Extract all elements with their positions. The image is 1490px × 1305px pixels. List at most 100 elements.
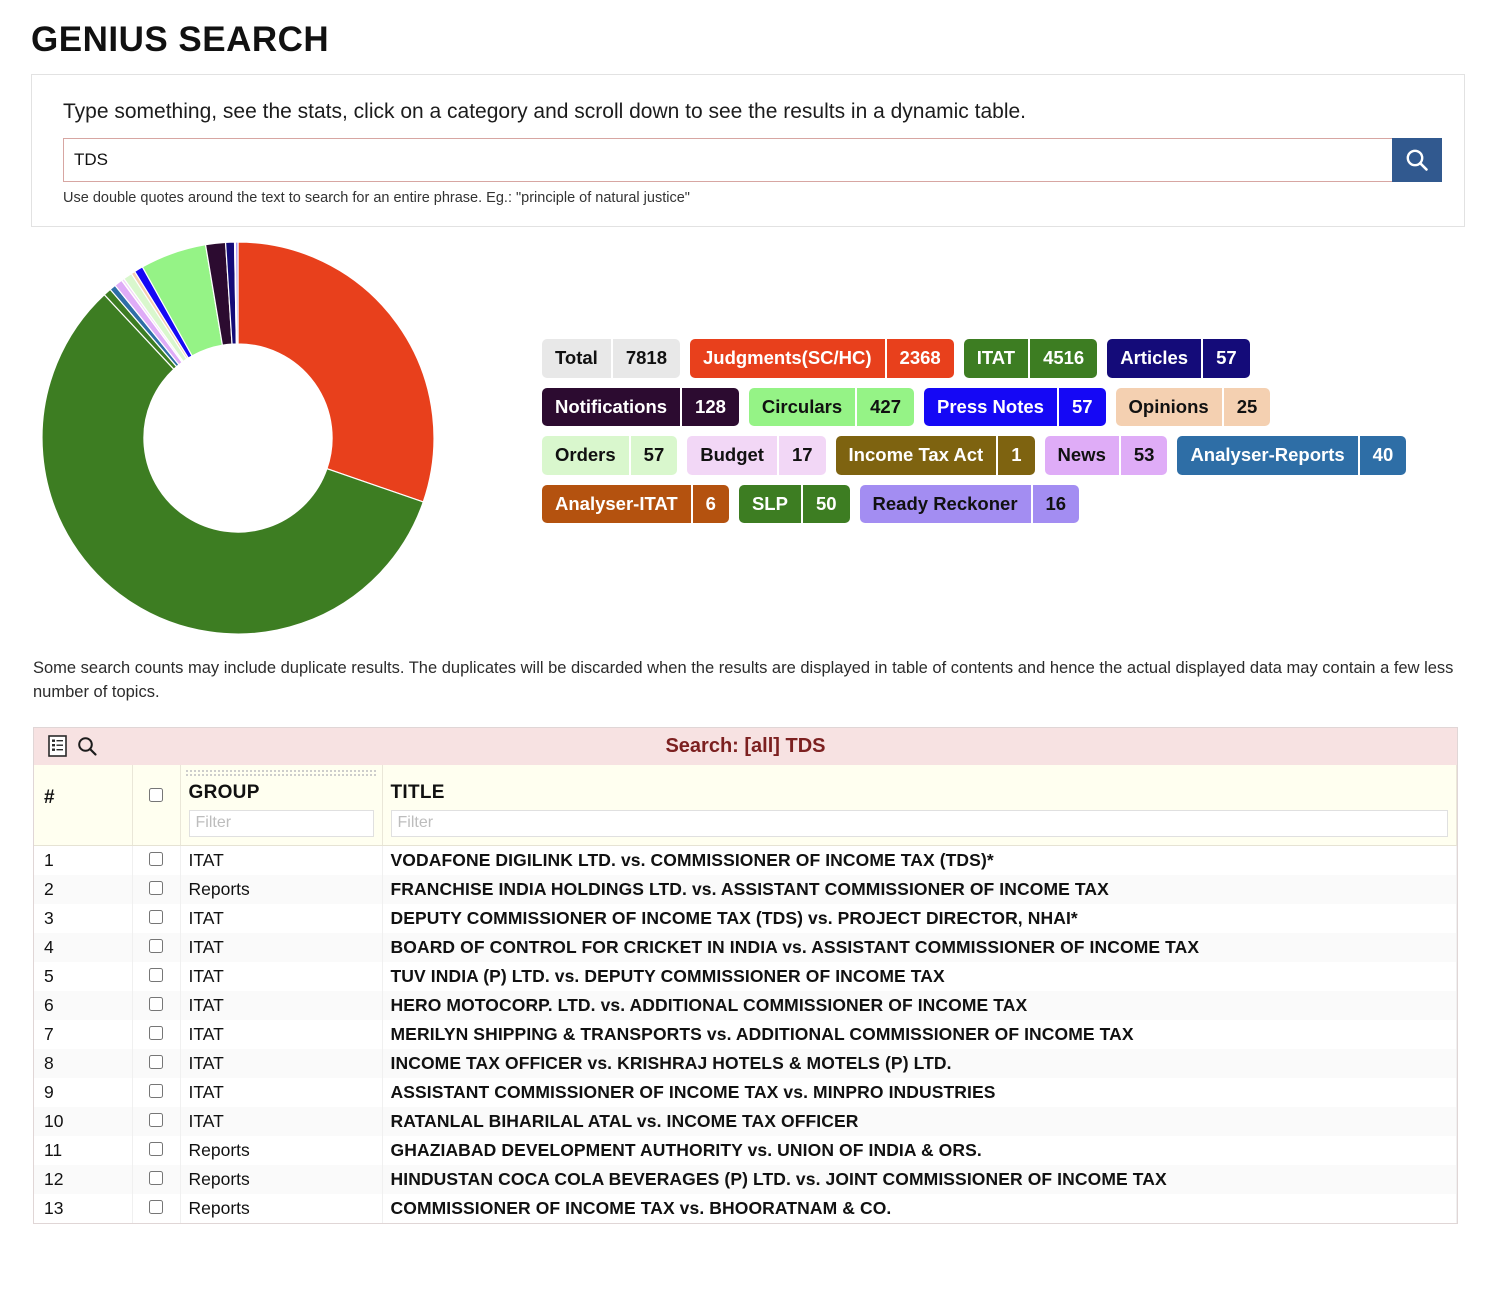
- row-select-checkbox[interactable]: [149, 909, 163, 924]
- category-badge-news[interactable]: News 53: [1044, 436, 1168, 475]
- row-select-checkbox[interactable]: [149, 996, 163, 1011]
- row-select-checkbox[interactable]: [149, 1199, 163, 1214]
- row-select-checkbox[interactable]: [149, 1141, 163, 1156]
- badge-count: 57: [1201, 339, 1250, 378]
- table-row[interactable]: 5 ITAT TUV INDIA (P) LTD. vs. DEPUTY COMMI…: [34, 961, 1457, 991]
- table-row[interactable]: 10 ITAT RATANLAL BIHARILAL ATAL vs. INCOME…: [34, 1106, 1457, 1136]
- row-group: ITAT: [180, 1077, 383, 1107]
- category-badge-notifications[interactable]: Notifications 128: [542, 387, 739, 426]
- column-header-title-label[interactable]: TITLE: [391, 782, 1449, 804]
- table-row[interactable]: 1 ITAT VODAFONE DIGILINK LTD. vs. COMMISSI…: [34, 845, 1457, 875]
- row-title[interactable]: BOARD OF CONTROL FOR CRICKET IN INDIA vs…: [382, 932, 1457, 962]
- badge-count: 427: [855, 387, 914, 426]
- category-badge-budget[interactable]: Budget 17: [687, 436, 826, 475]
- column-drag-handle-group[interactable]: [184, 768, 378, 778]
- row-select-checkbox[interactable]: [149, 1112, 163, 1127]
- table-row[interactable]: 3 ITAT DEPUTY COMMISSIONER OF INCOME TAX (…: [34, 903, 1457, 933]
- row-number: 4: [34, 932, 133, 962]
- row-title[interactable]: HINDUSTAN COCA COLA BEVERAGES (P) LTD. v…: [382, 1164, 1457, 1194]
- row-title[interactable]: INCOME TAX OFFICER vs. KRISHRAJ HOTELS &…: [382, 1048, 1457, 1078]
- badge-count: 4516: [1028, 339, 1098, 378]
- row-number: 7: [34, 1019, 133, 1049]
- row-title[interactable]: DEPUTY COMMISSIONER OF INCOME TAX (TDS) …: [382, 903, 1457, 933]
- table-row[interactable]: 7 ITAT MERILYN SHIPPING & TRANSPORTS vs. A…: [34, 1019, 1457, 1049]
- row-number: 5: [34, 961, 133, 991]
- row-number: 6: [34, 990, 133, 1020]
- column-header-num[interactable]: #: [34, 764, 133, 846]
- filter-input-group[interactable]: [188, 809, 374, 837]
- row-select-checkbox[interactable]: [149, 1170, 163, 1185]
- row-select-checkbox[interactable]: [149, 1025, 163, 1040]
- column-header-group: GROUP: [180, 764, 383, 846]
- badge-label: ITAT: [963, 339, 1029, 378]
- category-badge-ready-reckoner[interactable]: Ready Reckoner 16: [859, 484, 1080, 523]
- row-select-cell: [132, 903, 181, 933]
- table-row[interactable]: 12 Reports HINDUSTAN COCA COLA BEVERAGES (…: [34, 1164, 1457, 1194]
- row-title[interactable]: GHAZIABAD DEVELOPMENT AUTHORITY vs. UNIO…: [382, 1135, 1457, 1165]
- column-header-group-label[interactable]: GROUP: [189, 782, 374, 804]
- row-title[interactable]: VODAFONE DIGILINK LTD. vs. COMMISSIONER …: [382, 845, 1457, 875]
- category-badge-itat[interactable]: ITAT 4516: [963, 339, 1098, 378]
- category-badge-analyser-itat[interactable]: Analyser-ITAT 6: [542, 484, 729, 523]
- badge-row: Notifications 128 Circulars 427 Press Notes 5…: [542, 387, 1470, 426]
- search-note: Use double quotes around the text to sea…: [63, 190, 690, 206]
- row-title[interactable]: RATANLAL BIHARILAL ATAL vs. INCOME TAX O…: [382, 1106, 1457, 1136]
- row-title[interactable]: FRANCHISE INDIA HOLDINGS LTD. vs. ASSIST…: [382, 874, 1457, 904]
- row-number: 3: [34, 903, 133, 933]
- category-badge-press-notes[interactable]: Press Notes 57: [924, 387, 1106, 426]
- table-row[interactable]: 9 ITAT ASSISTANT COMMISSIONER OF INCOME TA…: [34, 1077, 1457, 1107]
- table-row[interactable]: 13 Reports COMMISSIONER OF INCOME TAX vs. …: [34, 1193, 1457, 1223]
- table-search-icon[interactable]: [72, 731, 102, 761]
- row-select-checkbox[interactable]: [149, 967, 163, 982]
- row-title[interactable]: COMMISSIONER OF INCOME TAX vs. BHOORATNA…: [382, 1193, 1457, 1223]
- row-title[interactable]: TUV INDIA (P) LTD. vs. DEPUTY COMMISSION…: [382, 961, 1457, 991]
- badge-label: Budget: [687, 436, 777, 475]
- category-badge-orders[interactable]: Orders 57: [542, 436, 678, 475]
- row-select-checkbox[interactable]: [149, 938, 163, 953]
- column-header-title: TITLE: [382, 764, 1457, 846]
- category-badge-total[interactable]: Total 7818: [542, 339, 680, 378]
- table-row[interactable]: 11 Reports GHAZIABAD DEVELOPMENT AUTHORITY…: [34, 1135, 1457, 1165]
- row-group: Reports: [180, 1164, 383, 1194]
- category-badge-judgments-sc-hc[interactable]: Judgments(SC/HC) 2368: [689, 339, 954, 378]
- table-row[interactable]: 8 ITAT INCOME TAX OFFICER vs. KRISHRAJ HOT…: [34, 1048, 1457, 1078]
- row-select-checkbox[interactable]: [149, 851, 163, 866]
- badge-count: 25: [1221, 387, 1271, 426]
- category-badge-articles[interactable]: Articles 57: [1107, 339, 1250, 378]
- row-group: ITAT: [180, 1019, 383, 1049]
- search-input[interactable]: [63, 138, 1392, 182]
- row-number: 12: [34, 1164, 133, 1194]
- table-row[interactable]: 4 ITAT BOARD OF CONTROL FOR CRICKET IN IND…: [34, 932, 1457, 962]
- row-group: ITAT: [180, 1048, 383, 1078]
- category-badges: Total 7818 Judgments(SC/HC) 2368 ITAT 4516 Art…: [451, 241, 1490, 533]
- category-badge-opinions[interactable]: Opinions 25: [1115, 387, 1271, 426]
- row-select-cell: [132, 1164, 181, 1194]
- category-badge-slp[interactable]: SLP 50: [738, 484, 850, 523]
- table-row[interactable]: 2 Reports FRANCHISE INDIA HOLDINGS LTD. vs…: [34, 874, 1457, 904]
- row-select-cell: [132, 990, 181, 1020]
- row-select-checkbox[interactable]: [149, 1083, 163, 1098]
- row-title[interactable]: ASSISTANT COMMISSIONER OF INCOME TAX vs.…: [382, 1077, 1457, 1107]
- row-select-cell: [132, 874, 181, 904]
- results-table-title: Search: [all] TDS: [665, 734, 826, 757]
- badge-count: 17: [776, 436, 826, 475]
- row-select-checkbox[interactable]: [149, 880, 163, 895]
- row-select-checkbox[interactable]: [149, 1054, 163, 1069]
- category-donut-chart[interactable]: [31, 241, 451, 641]
- search-icon: [1404, 147, 1430, 173]
- category-badge-circulars[interactable]: Circulars 427: [748, 387, 914, 426]
- search-submit-button[interactable]: [1392, 138, 1442, 182]
- row-title[interactable]: MERILYN SHIPPING & TRANSPORTS vs. ADDITI…: [382, 1019, 1457, 1049]
- select-all-checkbox[interactable]: [149, 787, 163, 802]
- donut-slice-judgments-sc-hc[interactable]: [237, 241, 435, 503]
- category-badge-income-tax-act[interactable]: Income Tax Act 1: [835, 436, 1035, 475]
- category-badge-analyser-reports[interactable]: Analyser-Reports 40: [1177, 436, 1407, 475]
- row-number: 13: [34, 1193, 133, 1223]
- table-row[interactable]: 6 ITAT HERO MOTOCORP. LTD. vs. ADDITIONAL …: [34, 990, 1457, 1020]
- row-number: 11: [34, 1135, 133, 1165]
- badge-count: 6: [690, 484, 729, 523]
- row-select-cell: [132, 845, 181, 875]
- list-view-icon[interactable]: [42, 731, 72, 761]
- filter-input-title[interactable]: [390, 809, 1448, 837]
- row-title[interactable]: HERO MOTOCORP. LTD. vs. ADDITIONAL COMMI…: [382, 990, 1457, 1020]
